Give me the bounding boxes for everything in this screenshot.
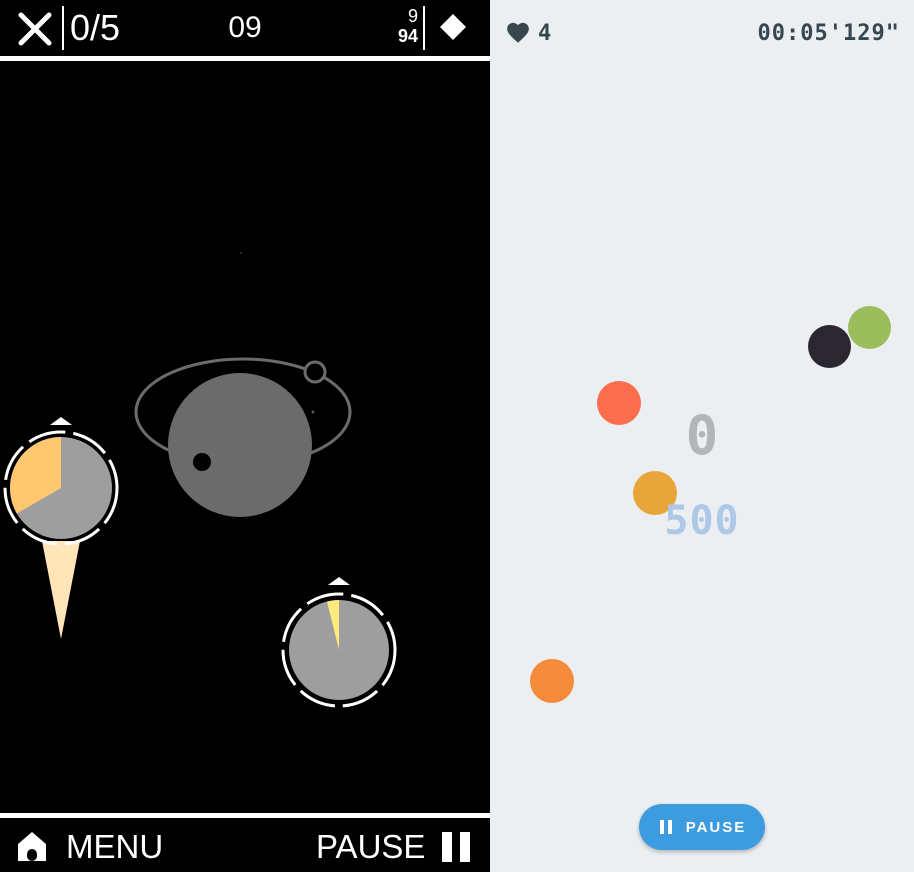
pause-icon[interactable] — [441, 832, 471, 862]
planet — [168, 373, 312, 517]
pause-button[interactable]: PAUSE — [639, 804, 765, 850]
pause-button-left[interactable]: PAUSE — [316, 828, 425, 866]
menu-button[interactable]: MENU — [66, 828, 163, 866]
orbit-moon-hollow — [303, 360, 327, 384]
left-hud: 0/5 09 9 94 — [0, 0, 490, 56]
close-icon[interactable] — [18, 12, 52, 46]
progress-counter: 0/5 — [70, 7, 121, 48]
rocket-dial-yellow[interactable] — [281, 577, 397, 708]
points-popup: 500 — [664, 498, 740, 544]
heart-icon — [507, 22, 529, 43]
pause-icon — [659, 820, 672, 834]
home-icon[interactable] — [16, 830, 48, 862]
hud-separator — [423, 6, 425, 50]
fraction-bottom: 94 — [397, 26, 418, 46]
fraction-top: 9 — [407, 6, 418, 26]
hud-separator — [62, 6, 64, 50]
game-canvas[interactable] — [0, 61, 490, 813]
ball-orange[interactable] — [530, 659, 574, 703]
star — [240, 252, 242, 254]
level-number: 09 — [228, 11, 262, 44]
rocket-flame — [42, 541, 80, 639]
moves-fraction: 9 94 — [392, 6, 418, 46]
ball-green[interactable] — [848, 306, 891, 349]
dial-arrow-icon — [328, 577, 350, 585]
diamond-icon[interactable] — [440, 14, 466, 40]
elapsed-timer: 00:05'129" — [757, 21, 900, 46]
ball-red[interactable] — [597, 381, 641, 425]
score-display: 0 — [685, 404, 719, 467]
dial-arrow-icon — [50, 417, 72, 425]
pause-button-label: PAUSE — [685, 818, 747, 836]
orbit-moon — [193, 453, 211, 471]
orbit-dot — [311, 410, 315, 414]
rocket-dial-orange[interactable] — [3, 417, 119, 639]
lives-count: 4 — [538, 21, 552, 46]
hud-divider-bottom — [0, 813, 490, 818]
ball-dark[interactable] — [808, 325, 851, 368]
